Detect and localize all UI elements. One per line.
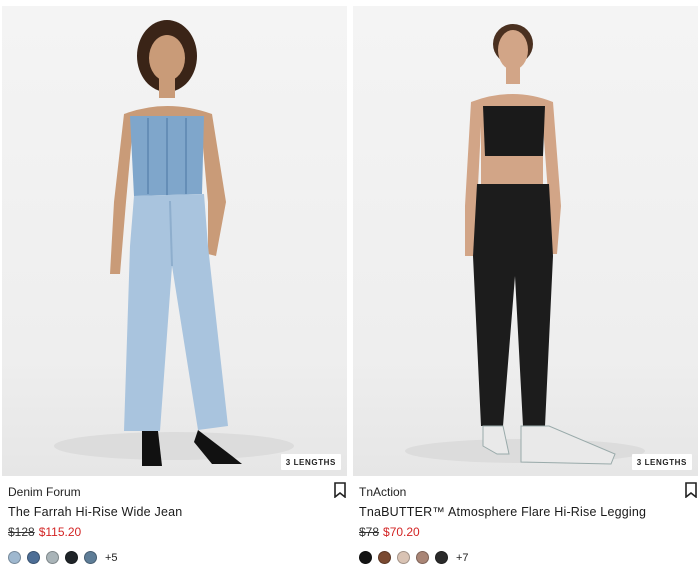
original-price: $78 bbox=[359, 525, 380, 539]
product-name[interactable]: The Farrah Hi-Rise Wide Jean bbox=[8, 505, 182, 519]
product-image[interactable]: 3 LENGTHS bbox=[2, 6, 347, 476]
color-swatch[interactable] bbox=[46, 551, 59, 564]
color-swatches: +7 bbox=[359, 551, 469, 564]
more-colors-link[interactable]: +5 bbox=[105, 552, 118, 564]
color-swatch[interactable] bbox=[27, 551, 40, 564]
color-swatch[interactable] bbox=[84, 551, 97, 564]
color-swatch[interactable] bbox=[8, 551, 21, 564]
more-colors-link[interactable]: +7 bbox=[456, 552, 469, 564]
product-card-wide-jean[interactable]: 3 LENGTHS Denim Forum The Farrah Hi-Rise… bbox=[2, 0, 347, 572]
lengths-badge: 3 LENGTHS bbox=[631, 454, 692, 470]
lengths-badge: 3 LENGTHS bbox=[280, 454, 341, 470]
model-flare-legging-photo bbox=[405, 24, 645, 465]
sale-price: $115.20 bbox=[38, 525, 82, 539]
product-price: $128 $115.20 bbox=[8, 525, 81, 539]
bookmark-icon[interactable] bbox=[333, 482, 347, 499]
product-image[interactable]: 3 LENGTHS bbox=[353, 6, 698, 476]
product-brand[interactable]: TnAction bbox=[359, 485, 406, 499]
color-swatch[interactable] bbox=[397, 551, 410, 564]
color-swatch[interactable] bbox=[359, 551, 372, 564]
color-swatch[interactable] bbox=[378, 551, 391, 564]
product-price: $78 $70.20 bbox=[359, 525, 420, 539]
color-swatch[interactable] bbox=[416, 551, 429, 564]
sale-price: $70.20 bbox=[383, 525, 420, 539]
bookmark-icon[interactable] bbox=[684, 482, 698, 499]
model-wide-jean-photo bbox=[54, 20, 294, 466]
color-swatches: +5 bbox=[8, 551, 118, 564]
color-swatch[interactable] bbox=[435, 551, 448, 564]
product-brand[interactable]: Denim Forum bbox=[8, 485, 81, 499]
product-name[interactable]: TnaBUTTER™ Atmosphere Flare Hi-Rise Legg… bbox=[359, 505, 646, 519]
original-price: $128 bbox=[8, 525, 35, 539]
color-swatch[interactable] bbox=[65, 551, 78, 564]
product-card-flare-legging[interactable]: 3 LENGTHS TnAction TnaBUTTER™ Atmosphere… bbox=[353, 0, 698, 572]
